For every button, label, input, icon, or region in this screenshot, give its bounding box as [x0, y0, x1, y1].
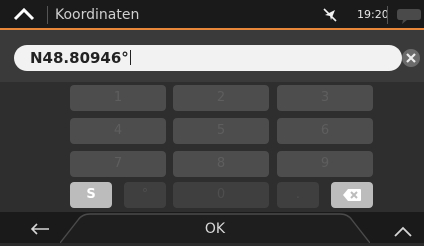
key-degree[interactable]: ° — [124, 182, 166, 208]
key-0[interactable]: 0 — [173, 182, 269, 208]
key-3[interactable]: 3 — [277, 85, 373, 111]
page-title: Koordinaten — [55, 7, 140, 23]
backspace-icon — [343, 189, 361, 201]
arrow-left-icon[interactable] — [30, 223, 50, 235]
key-7[interactable]: 7 — [70, 151, 166, 177]
coordinate-input-area: N48.80946° — [0, 30, 424, 82]
title-divider — [47, 6, 48, 24]
speech-bubble-icon[interactable] — [396, 7, 422, 25]
chevron-up-icon[interactable] — [13, 7, 35, 21]
key-5[interactable]: 5 — [173, 118, 269, 144]
key-s[interactable]: S — [70, 182, 112, 208]
key-9[interactable]: 9 — [277, 151, 373, 177]
message-divider — [387, 6, 388, 24]
text-cursor — [129, 50, 131, 65]
coordinate-value: N48.80946° — [30, 49, 129, 67]
key-1[interactable]: 1 — [70, 85, 166, 111]
clear-icon[interactable] — [401, 48, 421, 68]
bottom-bar: OK — [0, 212, 424, 243]
clock-time: 19:20 — [357, 8, 389, 21]
chevron-up-icon[interactable] — [393, 225, 413, 237]
numeric-keypad: 1 2 3 4 5 6 7 8 9 S ° 0 . — [0, 82, 424, 212]
backspace-button[interactable] — [331, 182, 373, 208]
gps-off-icon — [323, 8, 337, 22]
coordinate-input[interactable]: N48.80946° — [14, 45, 402, 71]
key-dot[interactable]: . — [277, 182, 319, 208]
key-2[interactable]: 2 — [173, 85, 269, 111]
header-bar: Koordinaten 19:20 — [0, 0, 424, 30]
key-4[interactable]: 4 — [70, 118, 166, 144]
ok-button[interactable]: OK — [60, 212, 370, 243]
key-6[interactable]: 6 — [277, 118, 373, 144]
key-8[interactable]: 8 — [173, 151, 269, 177]
